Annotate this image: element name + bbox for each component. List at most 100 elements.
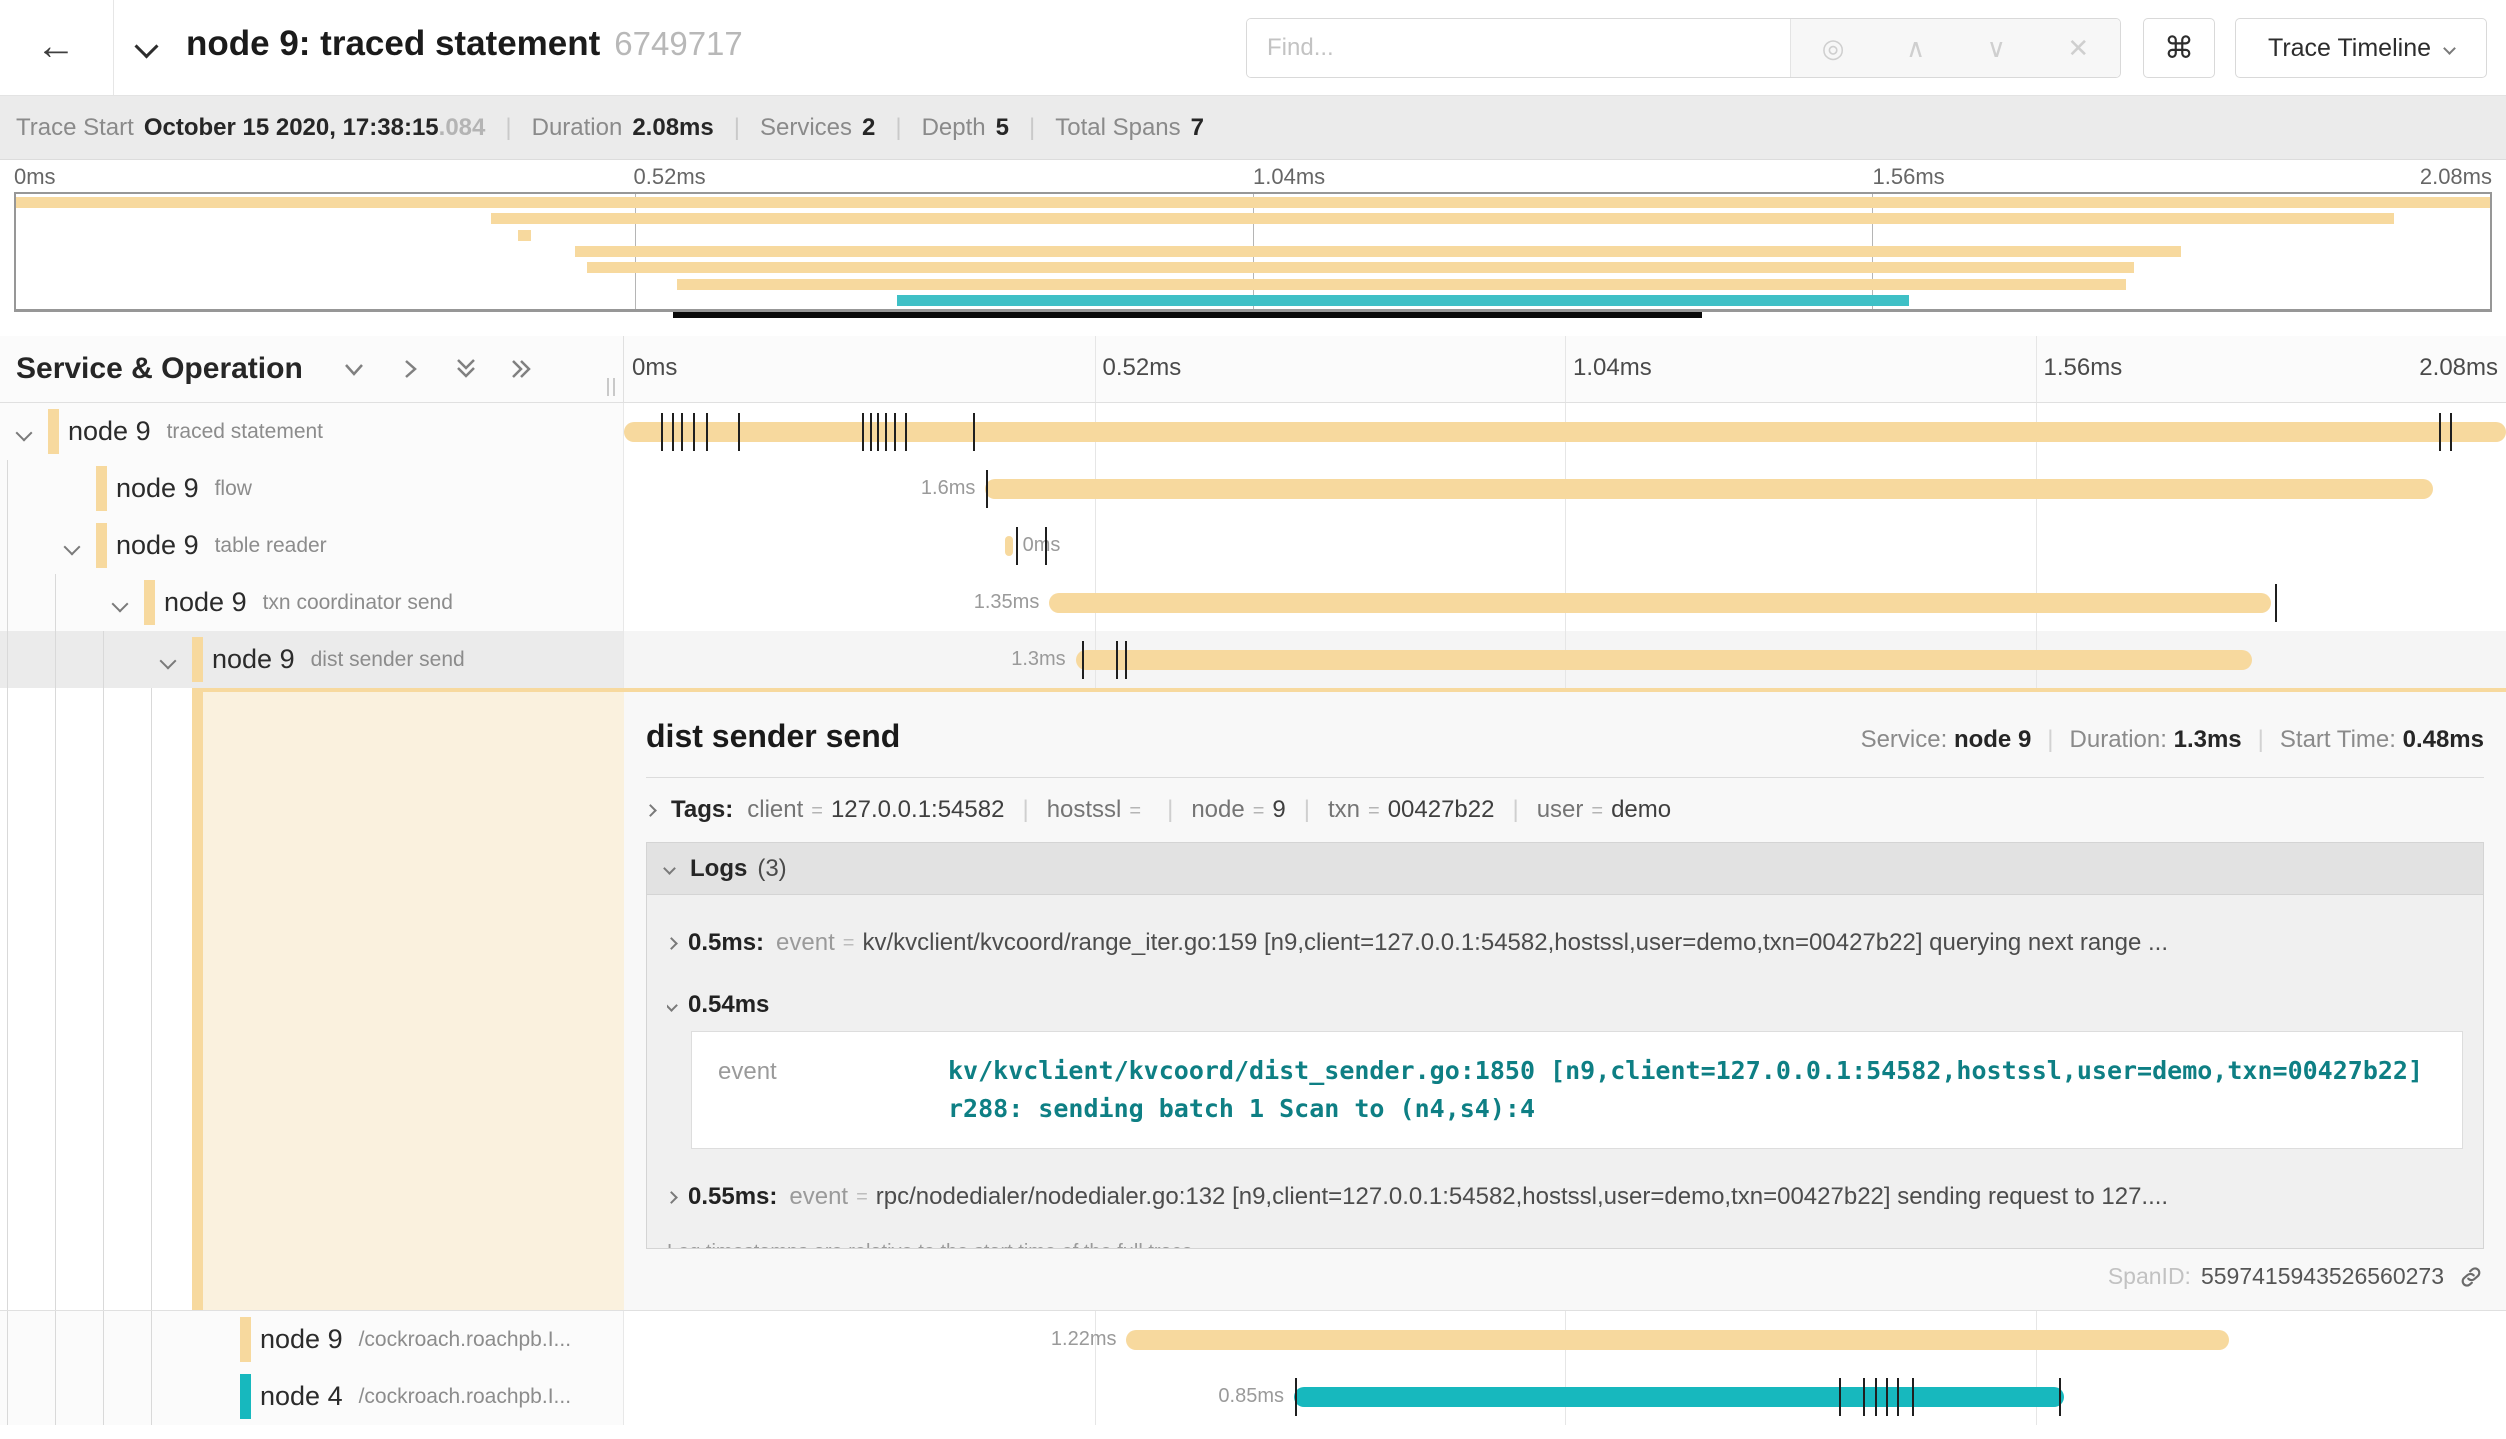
span-operation-name: dist sender send [311,648,465,672]
find-clear-icon[interactable]: ✕ [2067,33,2089,64]
span-color-bar [48,409,59,454]
timeline-gridline [1095,336,1096,402]
indent-guide [103,1311,104,1368]
log-entry[interactable]: 0.55ms:event=rpc/nodedialer/nodedialer.g… [667,1183,2463,1211]
timeline-axis-label: 2.08ms [2419,354,2498,382]
span-bar[interactable] [1126,1330,2229,1350]
span-id-value: 5597415943526560273 [2201,1263,2444,1290]
log-marker-tick [1116,641,1118,679]
trace-view-page: ← node 9: traced statement6749717 ◎ ∧ ∨ … [0,0,2506,1439]
find-prev-icon[interactable]: ∧ [1906,33,1925,64]
span-row[interactable]: node 9flow 1.6ms [0,460,2506,517]
span-toggle-chevron-icon[interactable] [160,653,177,670]
span-duration-label: 1.6ms [921,477,975,500]
span-name-cell[interactable]: node 9flow [0,460,624,517]
find-group: ◎ ∧ ∨ ✕ [1246,18,2121,78]
span-bar[interactable] [1294,1387,2064,1407]
keyboard-shortcuts-button[interactable]: ⌘ [2143,18,2215,78]
span-name[interactable]: node 4/cockroach.roachpb.I... [260,1368,571,1425]
tag-separator: | [1304,796,1310,823]
log-marker-tick [1863,1378,1865,1416]
span-bar[interactable] [1049,593,2270,613]
span-operation-name: /cockroach.roachpb.I... [359,1328,571,1352]
span-service-name: node 4 [260,1381,343,1412]
span-id-row: SpanID: 5597415943526560273 [646,1263,2484,1290]
log-marker-tick [2275,584,2277,622]
timeline-gridline [1565,336,1566,402]
log-field-key: event [692,1052,948,1128]
span-name[interactable]: node 9txn coordinator send [164,574,453,631]
span-row[interactable]: node 4/cockroach.roachpb.I...0.85ms [0,1368,2506,1425]
log-marker-tick [706,413,708,451]
service-operation-label: Service & Operation [16,352,303,386]
meta-separator: | [2258,726,2264,753]
span-name[interactable]: node 9flow [116,460,252,517]
span-name[interactable]: node 9dist sender send [212,631,465,688]
meta-label: Service: [1861,726,1954,753]
minimap-span-bar [897,295,1909,306]
span-bar[interactable] [985,479,2432,499]
span-name-cell[interactable]: node 9traced statement [0,403,624,460]
span-row[interactable]: node 9/cockroach.roachpb.I...1.22ms [0,1311,2506,1368]
selected-span-color-bar [192,688,203,1310]
span-toggle-chevron-icon[interactable] [64,539,81,556]
back-button[interactable]: ← [22,14,90,78]
span-row[interactable]: node 9txn coordinator send 1.35ms [0,574,2506,631]
span-name-cell[interactable]: node 9dist sender send [0,631,624,688]
expand-one-icon[interactable] [395,354,425,384]
span-name[interactable]: node 9/cockroach.roachpb.I... [260,1311,571,1368]
column-resize-grip[interactable] [607,378,615,396]
logs-header[interactable]: Logs (3) [647,843,2483,895]
span-toggle-chevron-icon[interactable] [112,596,129,613]
view-selector-button[interactable]: Trace Timeline [2235,18,2487,78]
log-marker-tick [738,413,740,451]
log-entry[interactable]: 0.54ms [667,991,2463,1019]
log-entry[interactable]: 0.5ms:event=kv/kvclient/kvcoord/range_it… [667,929,2463,957]
timeline-gridline [2036,336,2037,402]
locate-icon[interactable]: ◎ [1822,33,1845,64]
find-next-icon[interactable]: ∨ [1987,33,2006,64]
log-field-value: kv/kvclient/kvcoord/dist_sender.go:1850 … [948,1052,2428,1128]
span-toggle-chevron-icon[interactable] [16,425,33,442]
span-name-cell[interactable]: node 9/cockroach.roachpb.I... [0,1311,624,1368]
collapse-all-icon[interactable] [451,354,481,384]
tag-value: 9 [1272,796,1285,823]
span-row[interactable]: node 9dist sender send1.3ms [0,631,2506,688]
selected-span-indent-highlight [203,692,624,1310]
collapse-one-icon[interactable] [339,354,369,384]
span-name[interactable]: node 9table reader [116,517,327,574]
log-marker-tick [1839,1378,1841,1416]
span-name[interactable]: node 9traced statement [68,403,323,460]
span-name-cell[interactable]: node 4/cockroach.roachpb.I... [0,1368,624,1425]
timeline-axis-label: 0ms [632,354,677,382]
span-name-cell[interactable]: node 9table reader [0,517,624,574]
find-input[interactable] [1247,19,1790,77]
span-row[interactable]: node 9table reader0ms [0,517,2506,574]
trace-minimap: 0ms0.52ms1.04ms1.56ms2.08ms [0,160,2506,336]
log-marker-tick [1295,1378,1297,1416]
span-service-name: node 9 [68,416,151,447]
log-marker-tick [1886,1378,1888,1416]
tag-equals: = [1368,800,1380,822]
timeline-gridline [2036,403,2037,688]
tags-row[interactable]: Tags: client=127.0.0.1:54582|hostssl=|no… [646,796,2484,824]
log-marker-tick [2059,1378,2061,1416]
minimap-range-scrollbar[interactable] [673,312,1701,318]
expand-all-icon[interactable] [507,354,537,384]
meta-value: 1.3ms [2174,726,2242,753]
trace-collapse-chevron-icon[interactable] [134,34,158,58]
summary-value-suffix: .084 [439,114,486,142]
span-bar[interactable] [1076,650,2252,670]
log-marker-tick [1125,641,1127,679]
minimap-canvas[interactable] [14,192,2492,312]
span-name-cell[interactable]: node 9txn coordinator send [0,574,624,631]
tag-separator: | [1512,796,1518,823]
chevron-right-icon [644,804,657,817]
log-marker-tick [885,413,887,451]
log-marker-tick [661,413,663,451]
link-icon[interactable] [2458,1264,2484,1290]
span-row[interactable]: node 9traced statement [0,403,2506,460]
indent-guide [151,1368,152,1425]
span-duration-label: 1.35ms [974,591,1040,614]
span-bar[interactable] [1005,536,1013,556]
